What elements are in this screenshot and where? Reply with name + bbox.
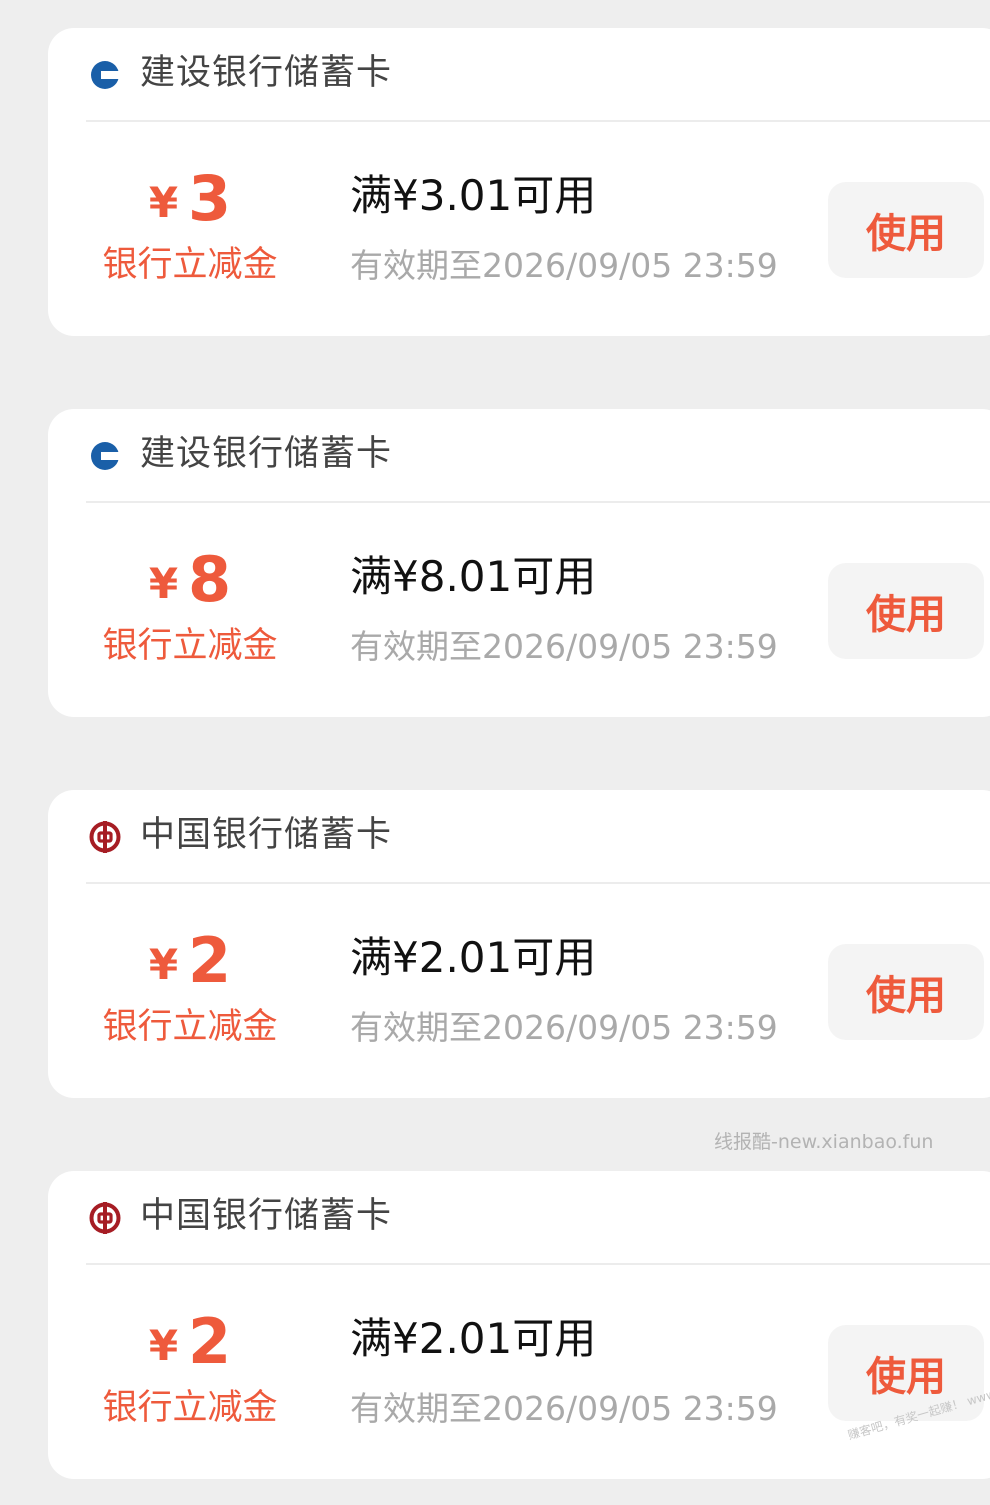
coupon-amount: ¥8 [100,549,280,611]
coupon-card: 建设银行储蓄卡 ¥3 银行立减金 满¥3.01可用 有效期至2026/09/05… [48,28,990,336]
coupon-card: 建设银行储蓄卡 ¥8 银行立减金 满¥8.01可用 有效期至2026/09/05… [48,409,990,717]
card-header: 建设银行储蓄卡 [86,28,990,122]
amount-value: 2 [188,1305,232,1378]
coupon-amount: ¥2 [100,930,280,992]
coupon-amount: ¥3 [100,168,280,230]
card-header: 建设银行储蓄卡 [86,409,990,503]
currency-symbol: ¥ [148,1321,179,1370]
usage-condition: 满¥8.01可用 [350,552,597,601]
boc-logo-icon [86,1199,124,1237]
use-button[interactable]: 使用 [828,944,984,1040]
ccb-logo-icon [86,56,124,94]
amount-label: 银行立减金 [102,1007,278,1047]
expiry-date: 有效期至2026/09/05 23:59 [350,627,778,666]
currency-symbol: ¥ [148,940,179,989]
amount-label: 银行立减金 [102,245,278,285]
use-button[interactable]: 使用 [828,563,984,659]
boc-logo-icon [86,818,124,856]
usage-condition: 满¥2.01可用 [350,1314,597,1363]
bank-name: 中国银行储蓄卡 [140,815,393,855]
bank-name: 建设银行储蓄卡 [140,53,393,93]
watermark: 线报酷-new.xianbao.fun [714,1131,934,1153]
currency-symbol: ¥ [148,178,179,227]
bank-name: 建设银行储蓄卡 [140,434,393,474]
use-button[interactable]: 使用 [828,182,984,278]
usage-condition: 满¥3.01可用 [350,171,597,220]
expiry-date: 有效期至2026/09/05 23:59 [350,246,778,285]
ccb-logo-icon [86,437,124,475]
amount-label: 银行立减金 [102,626,278,666]
expiry-date: 有效期至2026/09/05 23:59 [350,1008,778,1047]
card-header: 中国银行储蓄卡 [86,790,990,884]
coupon-amount: ¥2 [100,1311,280,1373]
currency-symbol: ¥ [148,559,179,608]
amount-label: 银行立减金 [102,1388,278,1428]
expiry-date: 有效期至2026/09/05 23:59 [350,1389,778,1428]
amount-value: 2 [188,924,232,997]
amount-value: 8 [188,543,232,616]
amount-value: 3 [188,162,232,235]
coupon-card: 中国银行储蓄卡 ¥2 银行立减金 满¥2.01可用 有效期至2026/09/05… [48,790,990,1098]
bank-name: 中国银行储蓄卡 [140,1196,393,1236]
card-header: 中国银行储蓄卡 [86,1171,990,1265]
usage-condition: 满¥2.01可用 [350,933,597,982]
